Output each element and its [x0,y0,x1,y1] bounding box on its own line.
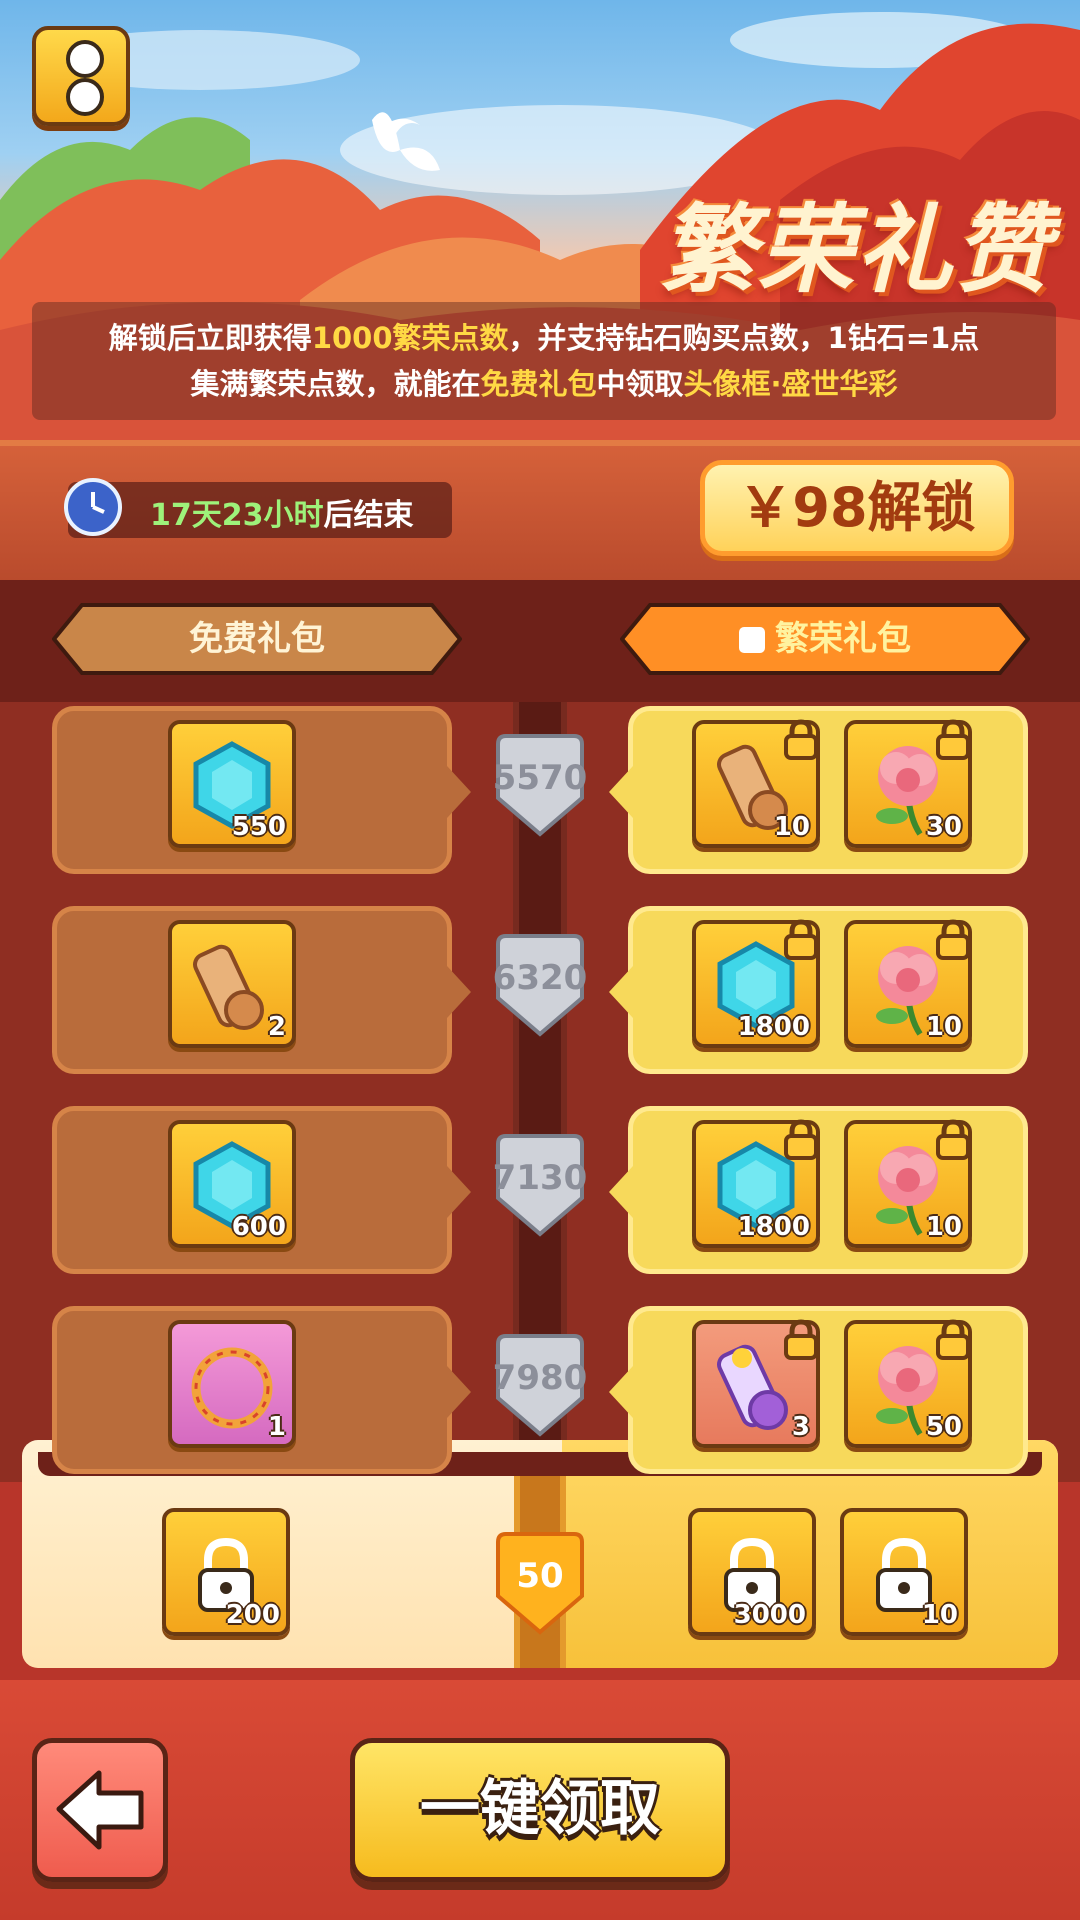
back-arrow-icon [56,1770,144,1850]
reward-item[interactable]: 10 [844,1119,972,1248]
reward-item[interactable]: 30 [844,719,972,848]
reward-item[interactable]: 1 [168,1320,296,1448]
reward-count: 1800 [737,1012,810,1042]
unlock-button[interactable]: ￥98解锁 [700,460,1014,556]
milestone-badge: 50 [490,1532,590,1638]
menu-button[interactable] [32,26,130,126]
lock-icon [936,719,970,760]
lock-icon [936,1119,970,1160]
milestone-badge: 7980 [490,1334,590,1440]
lock-icon [784,719,818,760]
tab-label: 免费礼包 [189,619,325,659]
tab-label: 繁荣礼包 [620,603,1030,675]
dot-icon [66,40,104,78]
lock-icon [936,919,970,960]
event-title: 繁荣礼赞 [660,194,1052,306]
milestone-points: 6320 [492,958,588,998]
reward-count: 10 [773,812,810,842]
claim-all-button[interactable]: 一键领取 [350,1738,730,1882]
description-line-2: 集满繁荣点数，就能在免费礼包中领取头像框·盛世华彩 [190,367,898,401]
milestone-badge: 7130 [490,1134,590,1240]
description-line-1: 解锁后立即获得1000繁荣点数，并支持钻石购买点数，1钻石=1点 [108,321,980,355]
lock-icon [739,627,765,653]
reward-item[interactable]: 50 [844,1319,972,1448]
event-timer: 17天23小时后结束 [150,498,414,533]
reward-count: 2 [267,1012,286,1042]
milestone-points: 7980 [492,1358,588,1398]
reward-item[interactable]: 1800 [692,1119,820,1248]
reward-count: 600 [231,1212,286,1242]
milestone-points: 5570 [492,758,588,798]
reward-count: 50 [925,1412,962,1442]
reward-item[interactable]: 3000 [688,1508,816,1636]
lock-icon [784,1319,818,1360]
reward-item[interactable]: 10 [840,1508,968,1636]
reward-count: 3000 [733,1600,806,1630]
reward-item[interactable]: 10 [844,919,972,1048]
reward-item[interactable]: 2 [168,920,296,1048]
lock-icon [784,919,818,960]
event-description: 解锁后立即获得1000繁荣点数，并支持钻石购买点数，1钻石=1点 集满繁荣点数，… [32,302,1056,420]
reward-item[interactable]: 550 [168,720,296,848]
clock-icon [64,478,122,536]
lock-icon [784,1119,818,1160]
milestone-badge: 6320 [490,934,590,1040]
reward-item[interactable]: 10 [692,719,820,848]
reward-count: 3 [791,1412,810,1442]
reward-count: 1800 [737,1212,810,1242]
reward-item[interactable]: 200 [162,1508,290,1636]
reward-count: 10 [925,1012,962,1042]
reward-item[interactable]: 1800 [692,919,820,1048]
milestone-points: 7130 [492,1158,588,1198]
reward-count: 10 [921,1600,958,1630]
tab-premium-pack[interactable]: 繁荣礼包 [620,603,1030,675]
dot-icon [66,78,104,116]
reward-count: 200 [225,1600,280,1630]
lock-icon [936,1319,970,1360]
milestone-badge: 5570 [490,734,590,840]
tab-free-pack[interactable]: 免费礼包 [52,603,462,675]
reward-count: 1 [267,1412,286,1442]
back-button[interactable] [32,1738,168,1882]
reward-count: 550 [231,812,286,842]
milestone-points: 50 [516,1556,564,1596]
reward-item[interactable]: 600 [168,1120,296,1248]
reward-item[interactable]: 3 [692,1319,820,1448]
reward-count: 30 [925,812,962,842]
reward-count: 10 [925,1212,962,1242]
